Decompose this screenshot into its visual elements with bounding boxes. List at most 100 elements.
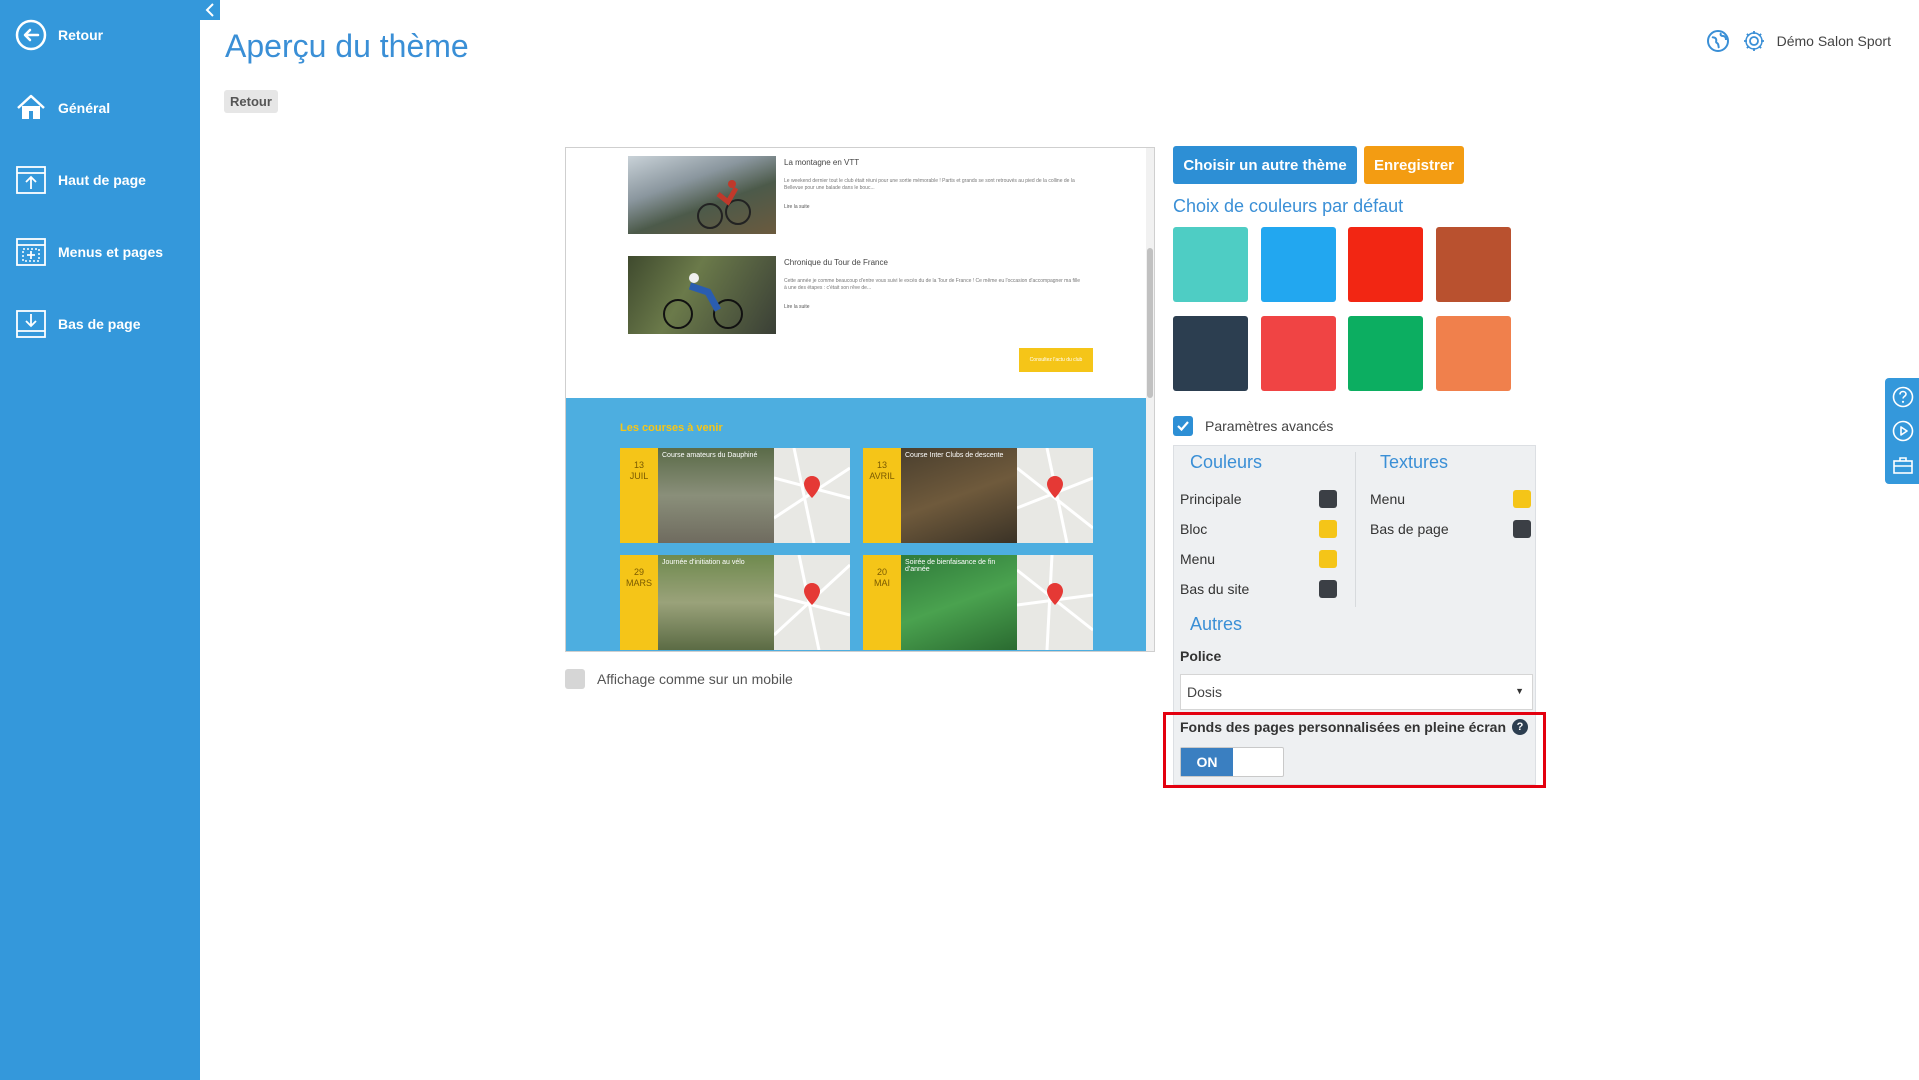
article-title: La montagne en VTT	[784, 158, 860, 167]
preview-scrollbar-thumb[interactable]	[1147, 248, 1153, 398]
club-news-button[interactable]: Consultez l'actu du club	[1019, 348, 1093, 372]
advanced-settings-label: Paramètres avancés	[1205, 418, 1334, 434]
event-card[interactable]: 29 MARS Journée d'initiation au vélo	[620, 554, 852, 651]
color-swatch[interactable]	[1436, 316, 1511, 391]
color-option-label: Bas du site	[1180, 581, 1250, 597]
event-date: 13 AVRIL	[863, 448, 901, 543]
sidebar-item-retour[interactable]: Retour	[0, 10, 200, 60]
panel-divider	[1355, 452, 1356, 607]
chevron-left-icon	[205, 3, 214, 17]
preview-article: Chronique du Tour de France Cette année …	[628, 256, 1098, 336]
article-excerpt: Cette année je comme beaucoup d'entre vo…	[784, 278, 1080, 291]
help-toolbar	[1885, 378, 1919, 484]
sidebar-item-label: Général	[58, 100, 111, 116]
texture-option-label: Menu	[1370, 491, 1406, 507]
back-button[interactable]: Retour	[224, 90, 278, 113]
textures-title: Textures	[1380, 452, 1449, 472]
event-photo	[658, 555, 774, 650]
color-option-label: Menu	[1180, 551, 1216, 567]
upcoming-races-title: Les courses à venir	[620, 422, 723, 434]
checkbox-unchecked[interactable]	[565, 669, 585, 689]
event-card[interactable]: 13 AVRIL Course Inter Clubs de descente	[863, 447, 1094, 544]
police-label: Police	[1180, 648, 1222, 664]
upcoming-races-section: Les courses à venir 13 JUIL Course amateu…	[566, 398, 1148, 651]
article-image-mountain-bike	[628, 156, 776, 234]
preview-scrollbar[interactable]	[1146, 148, 1154, 651]
color-picker-menu[interactable]	[1319, 550, 1337, 568]
event-date: 13 JUIL	[620, 448, 658, 543]
sidebar-item-bas-de-page[interactable]: Bas de page	[0, 299, 200, 349]
font-select-value: Dosis	[1187, 684, 1223, 700]
color-swatch[interactable]	[1436, 227, 1511, 302]
event-title: Course Inter Clubs de descente	[905, 452, 1004, 459]
font-select[interactable]: Dosis ▼	[1180, 674, 1533, 710]
event-title: Course amateurs du Dauphiné	[662, 452, 758, 459]
autres-title: Autres	[1190, 614, 1243, 634]
mobile-view-label: Affichage comme sur un mobile	[597, 671, 793, 687]
color-swatch[interactable]	[1261, 227, 1336, 302]
article-image-road-cyclist	[628, 256, 776, 334]
back-circle-icon	[14, 18, 48, 52]
top-right-toolbar: Démo Salon Sport	[1705, 28, 1891, 54]
color-swatch[interactable]	[1261, 316, 1336, 391]
color-swatch[interactable]	[1348, 316, 1423, 391]
mobile-view-checkbox[interactable]: Affichage comme sur un mobile	[565, 669, 793, 689]
checkbox-checked[interactable]	[1173, 416, 1193, 436]
read-more-link[interactable]: Lire la suite	[784, 204, 810, 210]
default-colors-title: Choix de couleurs par défaut	[1173, 196, 1404, 216]
article-excerpt: Le weekend dernier tout le club était ré…	[784, 178, 1075, 191]
preview-article: La montagne en VTT Le weekend dernier to…	[628, 156, 1098, 236]
color-swatch[interactable]	[1173, 227, 1248, 302]
color-picker-principale[interactable]	[1319, 490, 1337, 508]
event-date: 20 MAI	[863, 555, 901, 650]
event-card[interactable]: 13 JUIL Course amateurs du Dauphiné	[620, 447, 851, 544]
sidebar-item-menus-et-pages[interactable]: Menus et pages	[0, 227, 200, 277]
check-icon	[1177, 421, 1189, 432]
couleurs-title: Couleurs	[1190, 452, 1263, 472]
toolbox-icon[interactable]	[1891, 453, 1915, 477]
sidebar-item-label: Retour	[58, 27, 104, 43]
sidebar-item-label: Menus et pages	[58, 244, 164, 260]
page-bottom-icon	[14, 307, 48, 341]
event-card[interactable]: 20 MAI Soirée de bienfaisance de fin d'an…	[863, 554, 1094, 651]
sidebar-item-general[interactable]: Général	[0, 83, 200, 133]
advanced-settings-checkbox[interactable]: Paramètres avancés	[1173, 416, 1333, 436]
read-more-link[interactable]: Lire la suite	[784, 304, 810, 310]
highlight-box	[1163, 712, 1546, 788]
event-title: Journée d'initiation au vélo	[662, 559, 745, 566]
texture-option-label: Bas de page	[1370, 521, 1449, 537]
globe-icon[interactable]	[1705, 28, 1731, 54]
event-date: 29 MARS	[620, 555, 658, 650]
event-map	[772, 554, 852, 651]
event-title: Soirée de bienfaisance de fin d'année	[905, 559, 996, 573]
sidebar: Retour Général Haut de page Menus et pag…	[0, 0, 200, 1080]
choose-theme-button[interactable]: Choisir un autre thème	[1173, 146, 1357, 184]
save-button[interactable]: Enregistrer	[1364, 146, 1464, 184]
question-circle-icon[interactable]	[1891, 385, 1915, 409]
caret-down-icon: ▼	[1515, 686, 1524, 696]
event-map	[1016, 447, 1094, 544]
page-top-icon	[14, 163, 48, 197]
color-picker-bas-du-site[interactable]	[1319, 580, 1337, 598]
event-photo	[658, 448, 774, 543]
color-picker-bloc[interactable]	[1319, 520, 1337, 538]
article-title: Chronique du Tour de France	[784, 258, 888, 267]
color-option-label: Principale	[1180, 491, 1242, 507]
texture-picker-menu[interactable]	[1513, 490, 1531, 508]
texture-picker-bas-de-page[interactable]	[1513, 520, 1531, 538]
sidebar-item-label: Bas de page	[58, 316, 141, 332]
page-title: Aperçu du thème	[225, 28, 469, 64]
theme-preview[interactable]: La montagne en VTT Le weekend dernier to…	[565, 147, 1155, 652]
event-map	[1016, 554, 1094, 651]
color-swatch[interactable]	[1173, 316, 1248, 391]
sidebar-item-label: Haut de page	[58, 172, 146, 188]
sidebar-item-haut-de-page[interactable]: Haut de page	[0, 155, 200, 205]
site-name[interactable]: Démo Salon Sport	[1777, 33, 1891, 49]
play-circle-icon[interactable]	[1891, 419, 1915, 443]
menu-pages-icon	[14, 235, 48, 269]
color-swatch[interactable]	[1348, 227, 1423, 302]
gear-icon[interactable]	[1741, 28, 1767, 54]
event-photo	[901, 448, 1017, 543]
color-option-label: Bloc	[1180, 521, 1208, 537]
sidebar-collapse-button[interactable]	[200, 0, 220, 20]
